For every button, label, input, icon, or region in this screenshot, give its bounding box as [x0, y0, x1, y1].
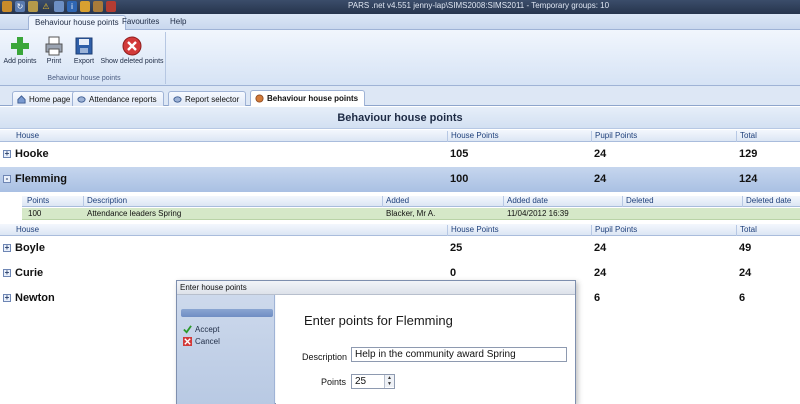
- window-title: PARS .net v4.551 jenny-lap\SIMS2008:SIMS…: [348, 1, 610, 10]
- stepper-buttons[interactable]: ▲ ▼: [384, 375, 394, 388]
- behaviour-icon: [255, 94, 264, 103]
- home-icon: [17, 94, 26, 104]
- dialog-title: Enter house points: [177, 281, 575, 295]
- exit-icon[interactable]: [106, 1, 116, 12]
- tab-behaviour-house-points[interactable]: Behaviour house points: [28, 15, 126, 30]
- column-header-added[interactable]: Added: [382, 196, 409, 207]
- refresh-icon[interactable]: ↻: [15, 1, 25, 12]
- tab-help[interactable]: Help: [164, 15, 192, 30]
- settings-icon[interactable]: [54, 1, 64, 12]
- column-header-house-points[interactable]: House Points: [447, 131, 499, 142]
- column-header-house-points[interactable]: House Points: [447, 225, 499, 236]
- column-header-pupil-points[interactable]: Pupil Points: [591, 225, 637, 236]
- add-icon: [11, 37, 29, 55]
- column-header-deleted-date[interactable]: Deleted date: [742, 196, 791, 207]
- tab-attendance-reports[interactable]: Attendance reports: [72, 91, 164, 106]
- stepper-down-icon[interactable]: ▼: [385, 381, 394, 387]
- print-button[interactable]: Print: [40, 36, 68, 70]
- warning-icon[interactable]: ⚠: [41, 1, 51, 12]
- title-bar: ↻ ⚠ i PARS .net v4.551 jenny-lap\SIMS200…: [0, 0, 800, 14]
- ribbon: Add points Print Export Show deleted poi…: [0, 30, 800, 86]
- tab-home-page[interactable]: Home page: [12, 91, 78, 106]
- column-header-total[interactable]: Total: [736, 225, 757, 236]
- house-row-boyle[interactable]: + Boyle 25 24 49: [0, 236, 800, 261]
- column-header-deleted[interactable]: Deleted: [622, 196, 654, 207]
- enter-house-points-dialog: Enter house points Accept Cancel Enter p…: [176, 280, 576, 404]
- house-row-flemming[interactable]: - Flemming 100 24 124: [0, 167, 800, 192]
- tab-report-selector[interactable]: Report selector: [168, 91, 247, 106]
- folder-icon[interactable]: [28, 1, 38, 12]
- column-header-pupil-points[interactable]: Pupil Points: [591, 131, 637, 142]
- report-icon: [77, 95, 86, 103]
- export-button[interactable]: Export: [70, 36, 98, 70]
- description-label: Description: [302, 352, 348, 362]
- grid-header-repeat: House House Points Pupil Points Total: [0, 224, 800, 236]
- expand-icon[interactable]: +: [3, 150, 11, 158]
- cancel-button[interactable]: Cancel: [183, 337, 220, 346]
- dialog-heading: Enter points for Flemming: [304, 313, 453, 328]
- save-icon: [75, 37, 93, 55]
- column-header-added-date[interactable]: Added date: [503, 196, 548, 207]
- app-icon[interactable]: [2, 1, 12, 12]
- grid-header: House House Points Pupil Points Total: [0, 130, 800, 142]
- expand-icon[interactable]: +: [3, 269, 11, 277]
- tab-behaviour-house-points-doc[interactable]: Behaviour house points: [250, 90, 366, 106]
- collapse-icon[interactable]: -: [3, 175, 11, 183]
- ribbon-group-behaviour: Add points Print Export Show deleted poi…: [2, 32, 166, 84]
- close-icon: [183, 337, 192, 346]
- dialog-form: Enter points for Flemming Description Po…: [276, 295, 575, 404]
- expand-icon[interactable]: +: [3, 294, 11, 302]
- info-icon[interactable]: i: [67, 1, 77, 12]
- points-label: Points: [321, 377, 347, 387]
- show-deleted-points-button[interactable]: Show deleted points: [100, 36, 164, 70]
- points-stepper[interactable]: ▲ ▼: [351, 374, 395, 389]
- detail-row[interactable]: 100 Attendance leaders Spring Blacker, M…: [22, 208, 800, 220]
- column-header-description[interactable]: Description: [83, 196, 127, 207]
- dialog-action-pane: Accept Cancel: [177, 295, 275, 404]
- quick-access-toolbar: ↻ ⚠ i: [2, 1, 116, 12]
- house-row-hooke[interactable]: + Hooke 105 24 129: [0, 142, 800, 167]
- add-points-button[interactable]: Add points: [2, 36, 38, 70]
- action-pane-header: [181, 309, 273, 317]
- column-header-house[interactable]: House: [13, 225, 39, 236]
- ribbon-group-label: Behaviour house points: [47, 75, 121, 82]
- description-field[interactable]: [351, 347, 567, 362]
- document-tabs: Home page Attendance reports Report sele…: [0, 86, 800, 106]
- delete-icon: [122, 36, 142, 56]
- check-icon: [183, 325, 192, 334]
- detail-grid-header: Points Description Added Added date Dele…: [22, 196, 800, 207]
- clipboard-icon[interactable]: [93, 1, 103, 12]
- column-header-house[interactable]: House: [13, 131, 39, 142]
- page-title: Behaviour house points: [0, 107, 800, 129]
- print-icon: [45, 36, 63, 56]
- ribbon-tab-bar: Behaviour house points Favourites Help: [0, 14, 800, 30]
- column-header-total[interactable]: Total: [736, 131, 757, 142]
- tab-favourites[interactable]: Favourites: [116, 15, 165, 30]
- lock-icon[interactable]: [80, 1, 90, 12]
- expand-icon[interactable]: +: [3, 244, 11, 252]
- report-icon: [173, 95, 182, 103]
- column-header-points[interactable]: Points: [24, 196, 49, 207]
- accept-button[interactable]: Accept: [183, 325, 219, 334]
